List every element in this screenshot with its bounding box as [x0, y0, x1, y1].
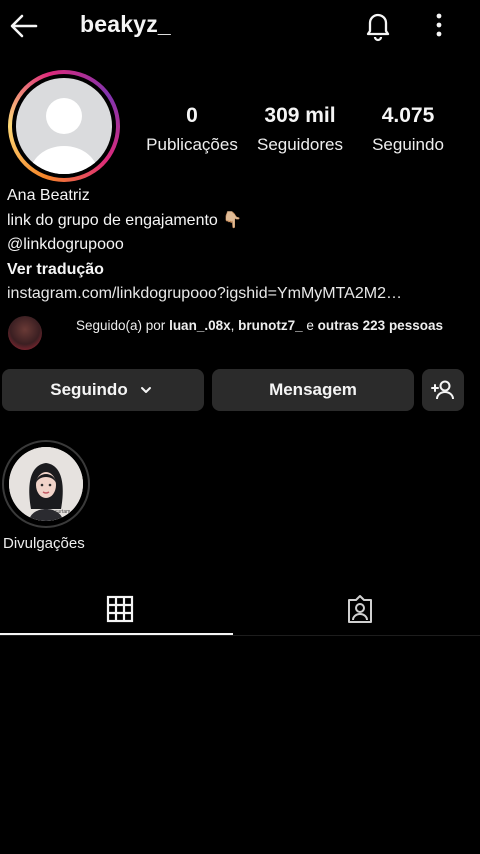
grid-icon [106, 595, 134, 623]
mutual-follower-avatar [8, 316, 42, 350]
see-translation-link[interactable]: Ver tradução [7, 258, 473, 283]
bio-mention[interactable]: @linkdogrupooo [7, 233, 473, 258]
top-bar: beakyz_ [0, 0, 480, 52]
mutual-others: outras 223 pessoas [317, 318, 443, 333]
highlight-cover: curtam [9, 447, 83, 521]
bio: Ana Beatriz link do grupo de engajamento… [7, 184, 473, 307]
message-button-label: Mensagem [269, 380, 357, 399]
bio-line: link do grupo de engajamento [7, 211, 218, 229]
avatar [16, 78, 112, 174]
following-button[interactable]: Seguindo [2, 369, 204, 411]
followers-label: Seguidores [256, 135, 343, 154]
notifications-button[interactable] [361, 8, 395, 42]
story-highlight[interactable]: curtam [2, 440, 90, 528]
posts-label: Publicações [146, 135, 238, 154]
tagged-person-icon [348, 595, 372, 623]
chevron-down-icon [140, 387, 151, 393]
more-vertical-icon [436, 13, 442, 37]
stat-following[interactable]: 4.075 Seguindo [358, 104, 458, 155]
message-button[interactable]: Mensagem [212, 369, 414, 411]
mutual-user-2: brunotz7_ [238, 318, 303, 333]
tab-posts-grid[interactable] [0, 582, 240, 636]
followers-count: 309 mil [264, 104, 336, 127]
default-avatar-icon [30, 98, 98, 174]
suggest-people-button[interactable] [422, 369, 464, 411]
stat-followers[interactable]: 309 mil Seguidores [250, 104, 350, 155]
add-user-icon [431, 380, 454, 400]
bell-icon [366, 13, 390, 42]
tabs-divider [0, 635, 480, 636]
profile-username: beakyz_ [80, 11, 171, 37]
highlight-caption: curtam [55, 509, 70, 515]
bio-link[interactable]: instagram.com/linkdogrupooo?igshid=YmMyM… [7, 282, 473, 307]
pointing-down-emoji: 👇🏼 [222, 211, 243, 229]
posts-count: 0 [186, 104, 198, 127]
highlight-label[interactable]: Divulgações [3, 535, 85, 552]
tab-tagged[interactable] [240, 582, 480, 636]
profile-tabs [0, 582, 480, 636]
mutual-user-1: luan_.08x [169, 318, 231, 333]
arrow-left-icon [10, 14, 38, 38]
profile-name: Ana Beatriz [7, 187, 90, 204]
more-options-button[interactable] [426, 8, 452, 42]
stat-posts[interactable]: 0 Publicações [142, 104, 242, 155]
following-label: Seguindo [372, 135, 444, 154]
back-button[interactable] [6, 8, 42, 44]
story-ring[interactable] [8, 70, 120, 182]
followed-by[interactable]: Seguido(a) por luan_.08x, brunotz7_ e ou… [0, 312, 480, 354]
following-button-label: Seguindo [50, 380, 128, 399]
highlight-cover-illustration: curtam [9, 447, 83, 521]
following-count: 4.075 [381, 104, 435, 127]
followed-by-text: Seguido(a) por luan_.08x, brunotz7_ e ou… [76, 318, 443, 333]
bio-text: link do grupo de engajamento 👇🏼 [7, 209, 473, 234]
